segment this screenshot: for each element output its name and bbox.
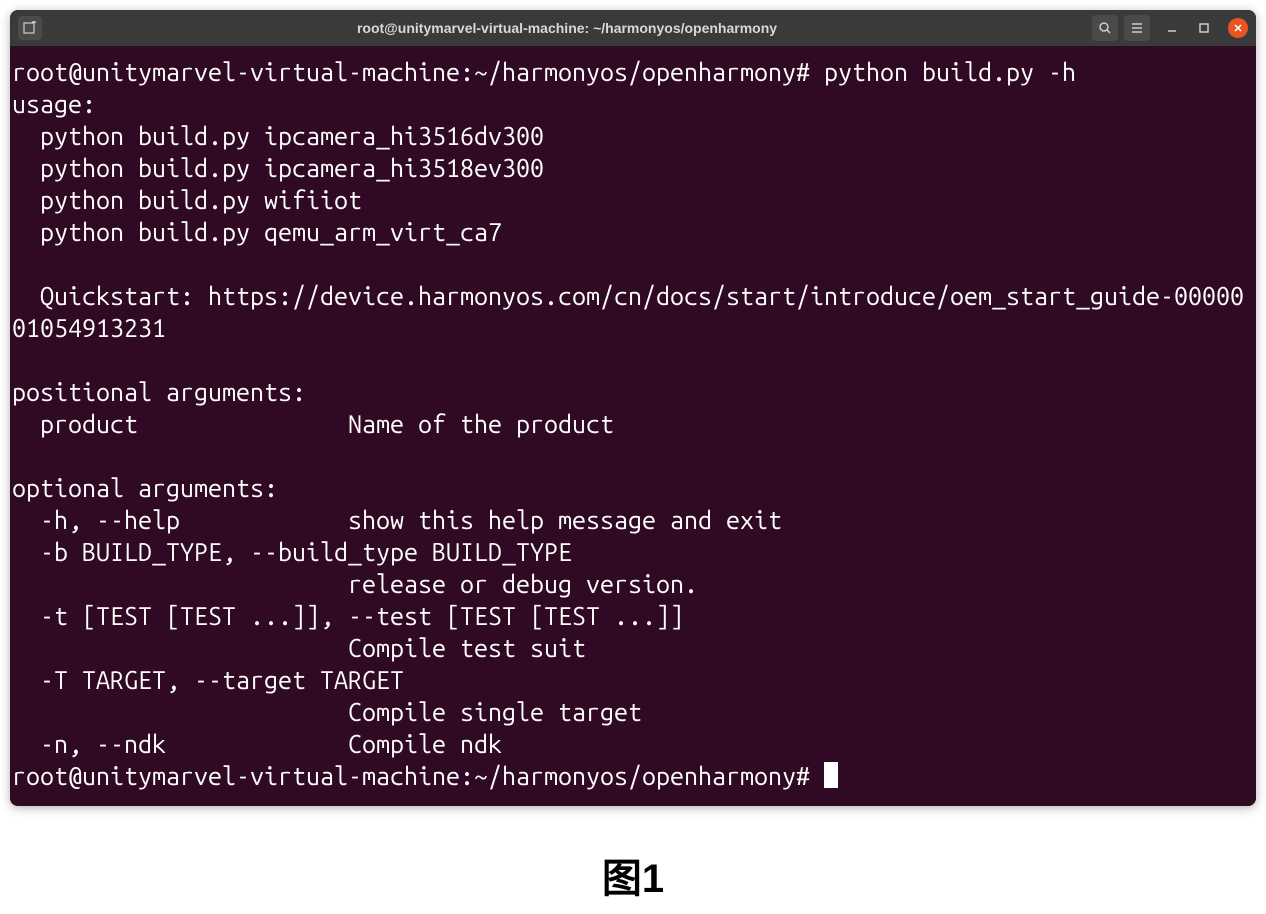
terminal-window: root@unitymarvel-virtual-machine: ~/harm… [10, 10, 1256, 806]
optional-line: Compile single target [12, 698, 642, 726]
optional-line: -n, --ndk Compile ndk [12, 730, 502, 758]
command-text: python build.py -h [824, 58, 1076, 86]
hamburger-icon [1130, 21, 1144, 35]
window-title: root@unitymarvel-virtual-machine: ~/harm… [42, 20, 1092, 36]
optional-line: -b BUILD_TYPE, --build_type BUILD_TYPE [12, 538, 572, 566]
search-button[interactable] [1092, 15, 1118, 41]
window-titlebar: root@unitymarvel-virtual-machine: ~/harm… [10, 10, 1256, 46]
optional-line: Compile test suit [12, 634, 586, 662]
close-button[interactable] [1228, 18, 1248, 38]
new-tab-button[interactable] [18, 16, 42, 40]
usage-line: python build.py wifiiot [12, 186, 362, 214]
minimize-button[interactable] [1162, 18, 1182, 38]
search-icon [1098, 21, 1112, 35]
positional-line: product Name of the product [12, 410, 614, 438]
optional-line: -h, --help show this help message and ex… [12, 506, 782, 534]
cursor [824, 762, 838, 788]
menu-button[interactable] [1124, 15, 1150, 41]
usage-label: usage: [12, 90, 96, 118]
usage-line: python build.py ipcamera_hi3516dv300 [12, 122, 544, 150]
optional-header: optional arguments: [12, 474, 278, 502]
optional-line: release or debug version. [12, 570, 698, 598]
terminal-output: root@unitymarvel-virtual-machine:~/harmo… [12, 56, 1254, 792]
close-icon [1233, 23, 1243, 33]
new-tab-icon [23, 21, 37, 35]
maximize-icon [1198, 22, 1210, 34]
terminal-content[interactable]: root@unitymarvel-virtual-machine:~/harmo… [10, 46, 1256, 806]
maximize-button[interactable] [1194, 18, 1214, 38]
minimize-icon [1166, 22, 1178, 34]
quickstart-line: Quickstart: https://device.harmonyos.com… [12, 282, 1244, 342]
prompt: root@unitymarvel-virtual-machine:~/harmo… [12, 762, 810, 790]
figure-caption: 图1 [10, 846, 1256, 904]
usage-line: python build.py qemu_arm_virt_ca7 [12, 218, 502, 246]
positional-header: positional arguments: [12, 378, 306, 406]
prompt: root@unitymarvel-virtual-machine:~/harmo… [12, 58, 810, 86]
optional-line: -t [TEST [TEST ...]], --test [TEST [TEST… [12, 602, 684, 630]
optional-line: -T TARGET, --target TARGET [12, 666, 404, 694]
usage-line: python build.py ipcamera_hi3518ev300 [12, 154, 544, 182]
